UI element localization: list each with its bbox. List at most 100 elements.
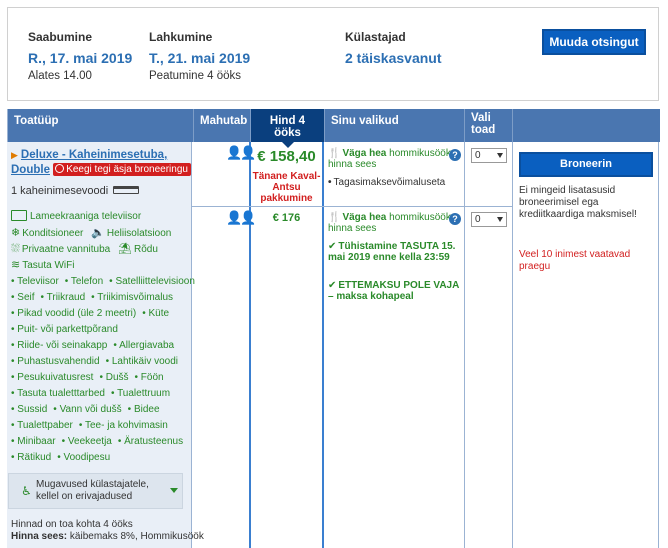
bed-icon: [113, 186, 140, 194]
header-select-rooms: Vali toad: [465, 109, 513, 142]
header-room-type: Toatüüp: [8, 109, 194, 142]
amenity-item: Pikad voodid (üle 2 meetri): [17, 308, 137, 319]
departure-section: Lahkumine T., 21. mai 2019 Peatumine 4 ö…: [149, 30, 250, 82]
amenity-item: Triikraud: [46, 292, 86, 303]
question-icon[interactable]: ?: [449, 213, 461, 225]
accessibility-dropdown[interactable]: ♿ Mugavused külastajatele, kellel on eri…: [8, 473, 183, 509]
arrival-section: Saabumine R., 17. mai 2019 Alates 14.00: [28, 30, 132, 82]
cutlery-icon: 🍴: [328, 148, 341, 159]
question-icon[interactable]: ?: [449, 149, 461, 161]
offer-condition: • Tagasimaksevõimaluseta: [328, 177, 463, 188]
umbrella-icon: ⛱: [118, 243, 132, 255]
speaker-icon: 🔈: [91, 227, 105, 239]
amenity-item: Föön: [140, 372, 164, 383]
arrival-time: Alates 14.00: [28, 70, 92, 82]
amenity-line: • Televiisor • Telefon • Satelliittelevisi…: [11, 274, 195, 290]
facility-label: Konditsioneer: [22, 228, 84, 239]
facility-bath-balcony: ⛆ Privaatne vannituba ⛱ Rõdu: [11, 242, 158, 256]
room-count-select[interactable]: 0: [471, 212, 507, 227]
facility-label: Heliisolatsioon: [106, 228, 172, 239]
amenity-item: Minibaar: [17, 436, 56, 447]
chevron-down-icon: [170, 488, 178, 493]
bullet-icon: •: [105, 356, 112, 367]
amenity-line: • Tualettpaber • Tee- ja kohvimasin: [11, 418, 191, 434]
amenity-item: Tualettruum: [117, 388, 171, 399]
amenities-list: • Televiisor • Telefon • Satelliittelevisi…: [11, 274, 195, 466]
header-price[interactable]: Hind 4 ööks: [251, 109, 325, 148]
amenity-item: Veekeetja: [67, 436, 112, 447]
change-search-button[interactable]: Muuda otsingut: [542, 29, 646, 55]
guests-value: 2 täiskasvanut: [345, 50, 442, 66]
recent-booking-text: Keegi tegi äsja broneeringu: [66, 164, 188, 175]
bullet-icon: •: [61, 436, 68, 447]
offer-price: € 176: [272, 212, 301, 224]
amenity-item: Triikimisvõimalus: [97, 292, 174, 303]
expand-arrow-icon[interactable]: ▶: [11, 150, 18, 160]
condition-text: Tühistamine TASUTA 15. mai 2019 enne kel…: [328, 241, 456, 263]
price-note: Hinnad on toa kohta 4 ööks: [11, 519, 133, 530]
offer-price: € 158,40: [257, 148, 316, 165]
amenity-item: Küte: [148, 308, 170, 319]
amenity-item: Tee- ja kohvimasin: [85, 420, 168, 431]
facility-label: Privaatne vannituba: [21, 244, 111, 255]
amenity-item: Seif: [17, 292, 35, 303]
amenity-item: Lahtikäiv voodi: [111, 356, 179, 367]
amenity-item: Tasuta tualett­tarbed: [17, 388, 105, 399]
amenity-item: Allergiavaba: [119, 340, 175, 351]
snowflake-icon: ❄: [11, 227, 21, 239]
amenity-item: Vann või dušš: [59, 404, 122, 415]
header-booking: [513, 109, 660, 142]
amenity-item: Bidee: [133, 404, 160, 415]
offer-deal-label: Tänane Kaval-Antsu pakkumine: [252, 171, 321, 204]
cutlery-icon: 🍴: [328, 212, 341, 223]
meal-included: hinna sees: [328, 159, 377, 170]
facility-label: Rõdu: [133, 244, 158, 255]
condition-text: Tagasimaksevõimaluseta: [333, 177, 446, 188]
booking-info: Ei mingeid lisatasusid broneerimisel ega…: [519, 185, 637, 220]
checkmark-icon: ✔: [328, 241, 337, 252]
bathtub-icon: ⛆: [11, 243, 20, 255]
arrival-date: R., 17. mai 2019: [28, 50, 133, 66]
meal-type: hommikusöök: [389, 212, 451, 223]
amenity-item: Äratusteenus: [124, 436, 184, 447]
stay-length: Peatumine 4 ööks: [149, 70, 242, 82]
checkmark-icon: ✔: [328, 280, 337, 291]
facility-label: Lameekraaniga televiisor: [30, 211, 142, 222]
viewers-warning: Veel 10 inimest vaatavad praegu: [519, 249, 631, 272]
arrival-label: Saabumine: [28, 30, 93, 44]
amenity-item: Satelliittelevisioon: [115, 276, 195, 287]
room-count-value: 0: [475, 214, 481, 225]
price-includes-label: Hinna sees:: [11, 531, 68, 542]
amenity-line: • Rätikud • Voodipesu: [11, 450, 191, 466]
amenity-item: Tualettpaber: [17, 420, 73, 431]
bullet-icon: •: [53, 404, 60, 415]
bullet-icon: •: [40, 292, 47, 303]
column-divider: [512, 142, 513, 548]
amenity-line: • Sussid • Vann või dušš • Bidee: [11, 402, 191, 418]
offer-condition: ✔ ETTEMAKSU POLE VAJA – maksa kohapeal: [328, 280, 463, 302]
amenity-item: Rätikud: [17, 452, 52, 463]
book-button[interactable]: Broneerin: [519, 152, 653, 177]
bullet-icon: •: [127, 404, 134, 415]
meal-type: hommikusöök: [389, 148, 451, 159]
room-count-select[interactable]: 0: [471, 148, 507, 163]
amenity-line: • Puhastusvahendid • Lahtikäiv voodi: [11, 354, 191, 370]
amenity-item: Puit- või parkettpõrand: [17, 324, 118, 335]
departure-date: T., 21. mai 2019: [149, 50, 251, 66]
bullet-icon: •: [64, 276, 71, 287]
chevron-down-icon: [497, 153, 503, 158]
bullet-icon: •: [134, 372, 141, 383]
room-count-value: 0: [475, 150, 481, 161]
amenity-item: Puhastusvahendid: [17, 356, 100, 367]
meal-included: hinna sees: [328, 223, 377, 234]
bed-info: 1 kaheinimesevoodi: [11, 185, 140, 197]
offer-meal: 🍴 Väga hea hommikusöök hinna sees: [328, 148, 463, 170]
bullet-icon: •: [328, 177, 332, 188]
offer-meal: 🍴 Väga hea hommikusöök hinna sees: [328, 212, 463, 234]
meal-quality: Väga hea: [342, 212, 387, 223]
amenity-item: Sussid: [17, 404, 48, 415]
header-sleeps: Mahutab: [194, 109, 251, 142]
price-includes: Hinna sees: käibemaks 8%, Hommikusöök: [11, 531, 204, 542]
amenity-line: • Tasuta tualett­tarbed • Tualettruum: [11, 386, 191, 402]
facility-wifi: ≋ Tasuta WiFi: [11, 258, 74, 271]
